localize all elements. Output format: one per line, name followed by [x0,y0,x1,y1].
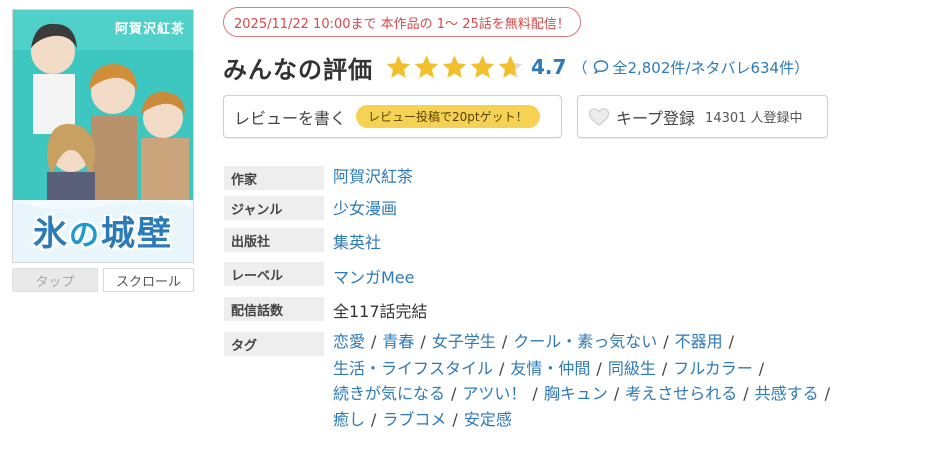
rating-score: 4.7 [531,55,567,79]
tag-separator: / [596,359,602,378]
label-label: レーベル [224,262,324,286]
tag-separator: / [661,359,668,378]
cover-title-right: 城壁 [101,214,173,254]
episodes-label: 配信話数 [224,297,324,321]
tags-label: タグ [224,332,324,356]
star-icon [386,55,411,78]
keep-button[interactable]: キープ登録 14301 人登録中 [577,95,828,138]
review-count-text: 全2,802件/ネタバレ634件 [612,58,795,77]
rating-row: みんなの評価 4.7 （ 全2,802件/ネタバレ634件 ） [223,50,809,84]
cover-author-text: 阿賀沢紅茶 [114,22,185,37]
free-episodes-notice: 2025/11/22 10:00まで 本作品の 1～ 25話を無料配信！ [223,7,581,37]
write-review-button[interactable]: レビューを書く レビュー投稿で20ptゲット！ [223,95,562,138]
cover-title-logo: 氷の城壁 [13,206,193,255]
label-link[interactable]: マンガMee [333,264,415,288]
keep-count: 14301 人登録中 [705,111,803,126]
tag-link[interactable]: クール・素っ気ない [513,332,657,351]
tag-link[interactable]: 癒し [333,410,365,429]
cover-title-left: 氷 [33,214,69,254]
tag-separator: / [824,384,831,403]
tag-link[interactable]: 青春 [382,332,414,351]
tap-mode-button[interactable]: タップ [12,268,98,292]
tag-link[interactable]: 同級生 [608,359,656,378]
tag-link[interactable]: ラブコメ [382,410,446,429]
cover-image[interactable]: 阿賀沢紅茶 氷の城壁 [12,9,194,263]
tag-separator: / [452,410,458,429]
speech-bubble-icon [594,60,609,75]
scroll-mode-button[interactable]: スクロール [103,268,194,292]
tag-line: 癒し / ラブコメ / 安定感 [333,406,512,430]
tag-separator: / [499,359,505,378]
tag-link[interactable]: 続きが気になる [333,384,445,403]
tag-link[interactable]: 恋愛 [333,332,365,351]
tag-link[interactable]: 考えさせられる [625,384,737,403]
tag-line: 恋愛 / 青春 / 女子学生 / クール・素っ気ない / 不器用 / [333,328,740,352]
tag-link[interactable]: 安定感 [464,410,512,429]
cover-title-no: の [69,218,101,253]
genre-link[interactable]: 少女漫画 [333,195,397,219]
tag-separator: / [451,384,457,403]
tag-link[interactable]: アツい！ [462,384,526,403]
publisher-link[interactable]: 集英社 [333,229,381,253]
tag-separator: / [420,332,426,351]
tag-separator: / [501,332,508,351]
tag-separator: / [758,359,765,378]
author-label: 作家 [224,166,324,190]
tag-separator: / [613,384,620,403]
tag-link[interactable]: 共感する [755,384,819,403]
tag-separator: / [663,332,669,351]
keep-label: キープ登録 [616,108,696,128]
tag-link[interactable]: フルカラー [673,359,753,378]
tag-line: 続きが気になる / アツい！ / 胸キュン / 考えさせられる / 共感する / [333,380,836,404]
tag-separator: / [371,410,377,429]
review-points-badge: レビュー投稿で20ptゲット！ [356,105,540,128]
star-icon [414,55,439,78]
tag-separator: / [371,332,377,351]
tag-separator: / [743,384,749,403]
review-count-link[interactable]: （ 全2,802件/ネタバレ634件 ） [572,57,809,78]
tag-separator: / [728,332,735,351]
write-review-label: レビューを書く [234,108,347,128]
star-icon [498,55,523,78]
star-icon [442,55,467,78]
tag-separator: / [532,384,538,403]
star-icon [470,55,495,78]
tag-link[interactable]: 胸キュン [544,384,608,403]
tag-link[interactable]: 不器用 [675,332,723,351]
tag-link[interactable]: 友情・仲間 [510,359,590,378]
author-link[interactable]: 阿賀沢紅茶 [333,163,413,187]
heart-icon [588,107,610,126]
tag-link[interactable]: 女子学生 [432,332,496,351]
rating-title: みんなの評価 [223,55,373,84]
episodes-value: 全117話完結 [333,302,428,321]
rating-stars [385,54,524,81]
publisher-label: 出版社 [224,228,324,252]
tag-link[interactable]: 生活・ライフスタイル [333,359,493,378]
genre-label: ジャンル [224,196,324,220]
tag-line: 生活・ライフスタイル / 友情・仲間 / 同級生 / フルカラー / [333,355,770,379]
counts-close-paren: ） [794,58,810,77]
counts-open-paren: （ [572,58,588,77]
